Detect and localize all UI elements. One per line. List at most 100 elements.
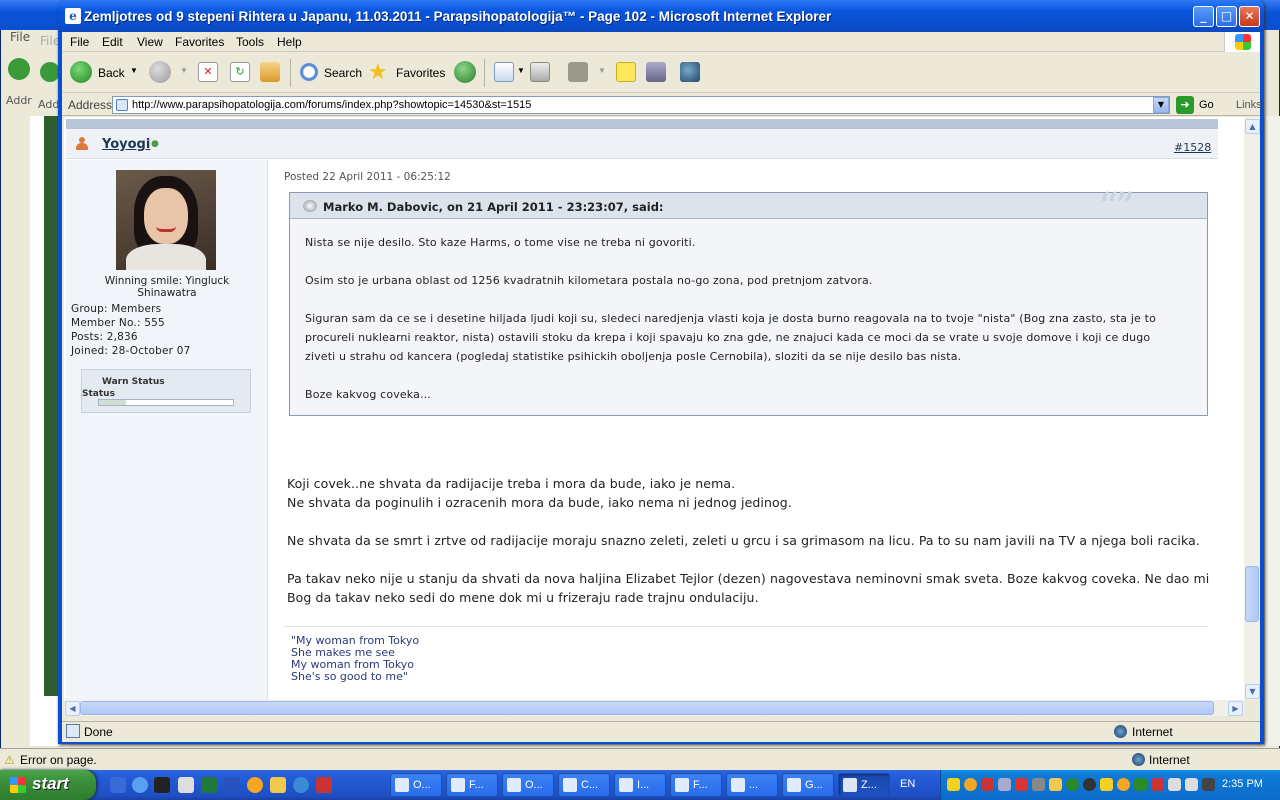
taskbar-item[interactable]: O... xyxy=(502,773,554,797)
signature-divider xyxy=(284,626,1208,627)
page-status-icon xyxy=(66,724,80,738)
favorites-label[interactable]: Favorites xyxy=(396,66,445,80)
taskbar-item-active[interactable]: Z... xyxy=(838,773,890,797)
tray-app-icon[interactable] xyxy=(1202,778,1215,791)
taskbar-item[interactable]: F... xyxy=(446,773,498,797)
post-author[interactable]: Yoyogi xyxy=(102,137,150,152)
avatar xyxy=(116,170,216,270)
taskbar-item[interactable]: O... xyxy=(390,773,442,797)
back-icon[interactable] xyxy=(70,61,92,83)
online-status-icon: ● xyxy=(151,139,159,149)
scroll-right-icon[interactable]: ▶ xyxy=(1228,701,1243,716)
vertical-scroll-thumb[interactable] xyxy=(1245,566,1259,622)
maximize-button[interactable]: □ xyxy=(1216,6,1237,27)
menu-favorites[interactable]: Favorites xyxy=(175,35,224,49)
quicklaunch-folder-icon[interactable] xyxy=(270,777,286,793)
start-button[interactable]: start xyxy=(0,770,96,800)
tray-app-icon[interactable] xyxy=(1100,778,1113,791)
quicklaunch-desktop-icon[interactable] xyxy=(110,777,126,793)
research-icon[interactable] xyxy=(646,62,666,82)
quicklaunch-app2-icon[interactable] xyxy=(316,777,332,793)
search-label[interactable]: Search xyxy=(324,66,362,80)
print-icon[interactable] xyxy=(530,62,550,82)
forward-dropdown-icon[interactable]: ▼ xyxy=(180,66,188,75)
favorites-icon[interactable]: ★ xyxy=(368,60,388,85)
quicklaunch-ie-icon[interactable] xyxy=(132,777,148,793)
quicklaunch-cmd-icon[interactable] xyxy=(154,777,170,793)
tray-app-icon[interactable] xyxy=(1151,778,1164,791)
bg-scrollbar[interactable] xyxy=(1264,116,1280,746)
messenger-icon[interactable] xyxy=(680,62,700,82)
quicklaunch-app-icon[interactable] xyxy=(178,777,194,793)
security-zone[interactable]: Internet xyxy=(1132,725,1173,739)
post-header xyxy=(66,129,1218,159)
stop-icon[interactable]: ✕ xyxy=(198,62,218,82)
taskbar-item[interactable]: C... xyxy=(558,773,610,797)
taskbar-item[interactable]: F... xyxy=(670,773,722,797)
bg-back-icon[interactable] xyxy=(8,58,30,80)
address-url[interactable]: http://www.parapsihopatologija.com/forum… xyxy=(132,99,531,111)
avatar-caption: Winning smile: Yingluck Shinawatra xyxy=(104,275,230,299)
back-label[interactable]: Back xyxy=(98,66,125,80)
quote-icon xyxy=(303,200,317,212)
search-icon[interactable] xyxy=(298,61,320,83)
menu-file[interactable]: File xyxy=(70,35,89,49)
post-number-link[interactable]: #1528 xyxy=(1174,141,1211,154)
menu-view[interactable]: View xyxy=(137,35,163,49)
links-button[interactable]: Links xyxy=(1236,99,1262,111)
address-dropdown-icon[interactable]: ▼ xyxy=(1153,97,1169,113)
edit-dropdown-icon[interactable]: ▼ xyxy=(598,66,606,75)
menu-tools[interactable]: Tools xyxy=(236,35,264,49)
quote-marks-icon: “” xyxy=(1098,185,1135,231)
notes-icon[interactable] xyxy=(616,62,636,82)
taskbar-item[interactable]: ... xyxy=(726,773,778,797)
refresh-icon[interactable]: ↻ xyxy=(230,62,250,82)
tray-app-icon[interactable] xyxy=(1134,778,1147,791)
warning-icon[interactable]: ⚠ xyxy=(4,753,15,767)
menu-edit[interactable]: Edit xyxy=(102,35,123,49)
tray-mail-icon[interactable] xyxy=(947,778,960,791)
mail-icon[interactable] xyxy=(494,62,514,82)
bg-menu-file[interactable]: File xyxy=(10,30,30,44)
quicklaunch-media-icon[interactable] xyxy=(293,777,309,793)
member-number: Member No.: 555 xyxy=(71,317,165,329)
tray-app-icon[interactable] xyxy=(964,778,977,791)
mail-dropdown-icon[interactable]: ▼ xyxy=(517,66,525,75)
bg-status-text[interactable]: Error on page. xyxy=(20,753,97,767)
signature-line: She's so good to me" xyxy=(291,670,408,683)
tray-volume-icon[interactable] xyxy=(1185,778,1198,791)
forward-icon[interactable] xyxy=(149,61,171,83)
scroll-up-icon[interactable]: ▲ xyxy=(1245,119,1260,134)
tray-app-icon[interactable] xyxy=(1083,778,1096,791)
language-indicator[interactable]: EN xyxy=(900,778,915,790)
tray-app-icon[interactable] xyxy=(1066,778,1079,791)
quicklaunch-excel-icon[interactable] xyxy=(201,777,217,793)
back-dropdown-icon[interactable]: ▼ xyxy=(130,66,138,75)
globe-icon xyxy=(1114,725,1127,738)
close-button[interactable]: ✕ xyxy=(1239,6,1260,27)
member-joined: Joined: 28-October 07 xyxy=(71,345,191,357)
quicklaunch-word-icon[interactable] xyxy=(224,777,240,793)
tray-app-icon[interactable] xyxy=(998,778,1011,791)
taskbar-item[interactable]: G... xyxy=(782,773,834,797)
minimize-button[interactable]: _ xyxy=(1193,6,1214,27)
tray-app-icon[interactable] xyxy=(1117,778,1130,791)
go-button[interactable]: Go xyxy=(1199,99,1214,111)
home-icon[interactable] xyxy=(260,62,280,82)
tray-network-icon[interactable] xyxy=(1168,778,1181,791)
scroll-down-icon[interactable]: ▼ xyxy=(1245,684,1260,699)
quicklaunch-browser-icon[interactable] xyxy=(247,777,263,793)
tray-app-icon[interactable] xyxy=(1015,778,1028,791)
tray-app-icon[interactable] xyxy=(1032,778,1045,791)
bg-back-icon-2[interactable] xyxy=(40,62,60,82)
menu-help[interactable]: Help xyxy=(277,35,302,49)
scroll-left-icon[interactable]: ◀ xyxy=(65,701,80,716)
horizontal-scroll-thumb[interactable] xyxy=(80,701,1214,715)
tray-shield-icon[interactable] xyxy=(1049,778,1062,791)
tray-app-icon[interactable] xyxy=(981,778,994,791)
taskbar-item[interactable]: I... xyxy=(614,773,666,797)
history-icon[interactable] xyxy=(454,61,476,83)
edit-icon[interactable] xyxy=(568,62,588,82)
go-icon[interactable]: ➜ xyxy=(1176,96,1194,114)
clock[interactable]: 2:35 PM xyxy=(1222,778,1263,790)
